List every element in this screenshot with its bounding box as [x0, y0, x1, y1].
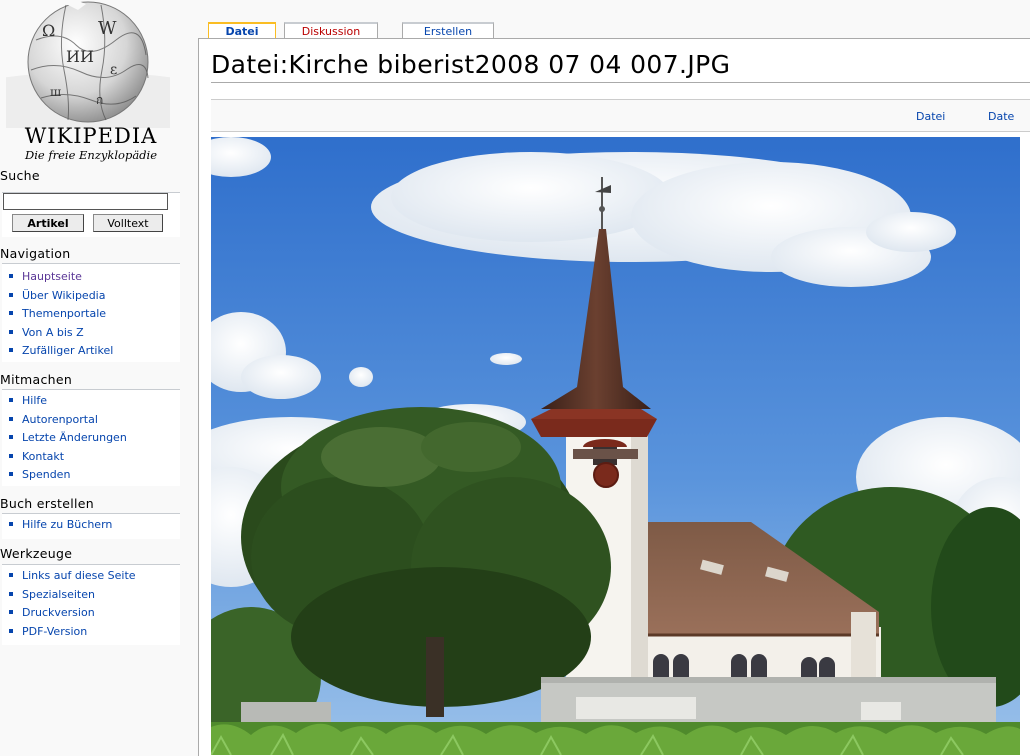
- wikipedia-logo[interactable]: Ω W ИИ ε ш ก WIKIPEDIA Die freie Enzyklo…: [0, 0, 182, 170]
- page-title: Datei:Kirche biberist2008 07 04 007.JPG: [211, 50, 731, 79]
- nav-link[interactable]: Zufälliger Artikel: [22, 344, 113, 357]
- bullet-icon: [9, 329, 13, 334]
- article-search-button[interactable]: Artikel: [12, 214, 84, 232]
- bullet-icon: [9, 435, 13, 439]
- bullet-icon: [9, 274, 13, 278]
- participate-item-contact[interactable]: Kontakt: [2, 448, 180, 467]
- bullet-icon: [9, 472, 13, 476]
- nav-item-a-to-z[interactable]: Von A bis Z: [2, 324, 180, 343]
- book-link[interactable]: Hilfe zu Büchern: [22, 518, 112, 531]
- participate-heading: Mitmachen: [0, 372, 73, 387]
- church-photo[interactable]: [211, 137, 1020, 755]
- tools-item-pdf-version[interactable]: PDF-Version: [2, 623, 180, 642]
- bullet-icon: [9, 591, 13, 596]
- participate-item-help[interactable]: Hilfe: [2, 392, 180, 411]
- bullet-icon: [9, 453, 13, 458]
- participate-link[interactable]: Letzte Änderungen: [22, 431, 127, 444]
- nav-item-main-page[interactable]: Hauptseite: [2, 268, 180, 287]
- tools-portlet: Links auf diese Seite Spezialseiten Druc…: [2, 564, 180, 645]
- tools-link[interactable]: PDF-Version: [22, 625, 87, 638]
- tools-item-special-pages[interactable]: Spezialseiten: [2, 586, 180, 605]
- tab-file[interactable]: Datei: [208, 22, 276, 38]
- search-heading: Suche: [0, 168, 40, 183]
- participate-link[interactable]: Kontakt: [22, 450, 64, 463]
- wikipedia-wordmark: WIKIPEDIA: [24, 124, 158, 148]
- filetoc-link-file[interactable]: Datei: [916, 110, 945, 123]
- bullet-icon: [9, 311, 13, 315]
- svg-text:ก: ก: [96, 93, 103, 107]
- bullet-icon: [9, 610, 13, 614]
- bullet-icon: [9, 628, 13, 633]
- filetoc-link-file-history[interactable]: Date: [988, 110, 1014, 123]
- tools-heading: Werkzeuge: [0, 546, 73, 561]
- file-toc-bar: Datei Date: [211, 99, 1030, 132]
- tab-discussion[interactable]: Diskussion: [284, 22, 378, 38]
- book-heading: Buch erstellen: [0, 496, 94, 511]
- participate-link[interactable]: Hilfe: [22, 394, 47, 407]
- svg-text:ИИ: ИИ: [66, 47, 94, 66]
- bullet-icon: [9, 522, 13, 526]
- participate-link[interactable]: Spenden: [22, 468, 70, 481]
- nav-link[interactable]: Themenportale: [22, 307, 106, 320]
- tab-create[interactable]: Erstellen: [402, 22, 494, 38]
- wikipedia-tagline: Die freie Enzyklopädie: [24, 148, 158, 162]
- tools-link[interactable]: Druckversion: [22, 606, 95, 619]
- bullet-icon: [9, 573, 13, 577]
- svg-text:ш: ш: [50, 85, 61, 99]
- participate-item-author-portal[interactable]: Autorenportal: [2, 411, 180, 430]
- book-item-help[interactable]: Hilfe zu Büchern: [2, 516, 180, 535]
- participate-link[interactable]: Autorenportal: [22, 413, 98, 426]
- title-divider: [211, 82, 1030, 83]
- puzzle-globe-icon: Ω W ИИ ε ш ก: [6, 0, 170, 128]
- participate-item-recent-changes[interactable]: Letzte Änderungen: [2, 429, 180, 448]
- bullet-icon: [9, 398, 13, 402]
- tools-item-print-version[interactable]: Druckversion: [2, 604, 180, 623]
- nav-item-portals[interactable]: Themenportale: [2, 305, 180, 324]
- book-portlet: Hilfe zu Büchern: [2, 513, 180, 539]
- cornfield: [211, 722, 1020, 755]
- bullet-icon: [9, 292, 13, 297]
- svg-text:W: W: [98, 18, 117, 39]
- tools-link[interactable]: Spezialseiten: [22, 588, 95, 601]
- nav-item-about[interactable]: Über Wikipedia: [2, 287, 180, 306]
- search-input[interactable]: [3, 193, 168, 210]
- bullet-icon: [9, 416, 13, 421]
- participate-item-donate[interactable]: Spenden: [2, 466, 180, 485]
- navigation-heading: Navigation: [0, 246, 71, 261]
- bullet-icon: [9, 348, 13, 352]
- nav-link[interactable]: Hauptseite: [22, 270, 82, 283]
- tools-item-what-links-here[interactable]: Links auf diese Seite: [2, 567, 180, 586]
- svg-text:Ω: Ω: [42, 21, 55, 40]
- tools-link[interactable]: Links auf diese Seite: [22, 569, 136, 582]
- nav-link[interactable]: Von A bis Z: [22, 326, 84, 339]
- nav-link[interactable]: Über Wikipedia: [22, 289, 105, 302]
- nav-item-random[interactable]: Zufälliger Artikel: [2, 342, 180, 361]
- navigation-portlet: Hauptseite Über Wikipedia Themenportale …: [2, 263, 180, 362]
- svg-text:ε: ε: [110, 62, 117, 78]
- participate-portlet: Hilfe Autorenportal Letzte Änderungen Ko…: [2, 389, 180, 486]
- fulltext-search-button[interactable]: Volltext: [93, 214, 163, 232]
